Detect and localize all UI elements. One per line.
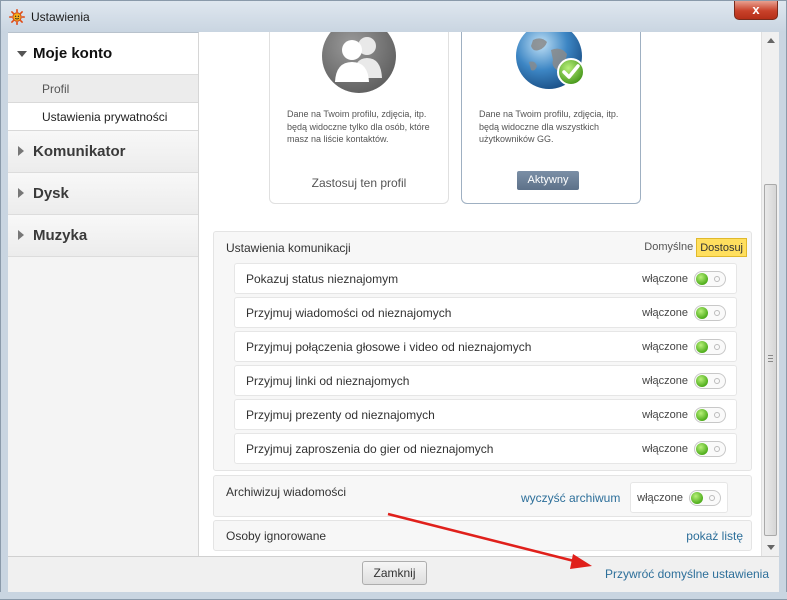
archive-toggle-box: włączone	[630, 482, 728, 513]
profile-description: Dane na Twoim profilu, zdjęcia, itp. będ…	[479, 109, 619, 144]
profile-description: Dane na Twoim profilu, zdjęcia, itp. będ…	[287, 109, 430, 144]
toggle-state: włączone	[642, 307, 688, 319]
active-badge: Aktywny	[517, 171, 579, 190]
toggle-state: włączone	[642, 443, 688, 455]
chevron-right-icon	[18, 230, 24, 240]
close-button[interactable]: Zamknij	[362, 561, 427, 585]
chevron-right-icon	[18, 188, 24, 198]
toggle-switch[interactable]	[689, 490, 721, 506]
restore-defaults-link[interactable]: Przywróć domyślne ustawienia	[605, 567, 769, 581]
toggle-group: włączone	[642, 270, 726, 288]
sidebar-section-label: Komunikator	[33, 143, 126, 160]
toggle-off-ring	[714, 310, 720, 316]
sidebar-section-moje-konto[interactable]: Moje konto	[8, 33, 198, 75]
apply-profile-button[interactable]: Zastosuj ten profil	[270, 176, 448, 190]
toggle-knob	[696, 409, 708, 421]
chevron-right-icon	[18, 146, 24, 156]
toggle-off-ring	[714, 446, 720, 452]
toggle-off-ring	[714, 378, 720, 384]
user-group-icon	[322, 32, 396, 93]
ignored-panel: Osoby ignorowane pokaż listę	[213, 520, 752, 551]
toggle-group: włączone	[637, 489, 721, 507]
scroll-down-icon[interactable]	[767, 545, 775, 550]
gg-sun-icon	[9, 9, 25, 25]
toggle-switch[interactable]	[694, 407, 726, 423]
toggle-knob	[691, 492, 703, 504]
toggle-state: włączone	[642, 409, 688, 421]
grip-icon	[768, 355, 773, 362]
window-frame-bottom	[0, 592, 787, 600]
toggle-group: włączone	[642, 406, 726, 424]
window-close-button[interactable]: x	[734, 1, 778, 20]
mode-custom-button[interactable]: Dostosuj	[696, 238, 747, 257]
setting-label: Przyjmuj prezenty od nieznajomych	[246, 408, 435, 422]
sidebar-item-ustawienia-prywatnosci[interactable]: Ustawienia prywatności	[8, 103, 198, 131]
toggle-group: włączone	[642, 440, 726, 458]
toggle-switch[interactable]	[694, 373, 726, 389]
toggle-state: włączone	[637, 492, 683, 504]
sidebar-section-label: Moje konto	[33, 45, 113, 62]
setting-row: Przyjmuj linki od nieznajomych włączone	[234, 365, 737, 396]
toggle-group: włączone	[642, 372, 726, 390]
sidebar-item-profil[interactable]: Profil	[8, 75, 198, 103]
profile-card-contacts[interactable]: Dane na Twoim profilu, zdjęcia, itp. będ…	[269, 32, 449, 204]
toggle-off-ring	[714, 276, 720, 282]
window-frame-right	[779, 32, 787, 600]
toggle-knob	[696, 443, 708, 455]
toggle-knob	[696, 375, 708, 387]
sidebar-section-muzyka[interactable]: Muzyka	[8, 215, 198, 257]
vertical-scrollbar[interactable]	[761, 32, 779, 556]
scroll-thumb[interactable]	[764, 184, 777, 536]
clear-archive-link[interactable]: wyczyść archiwum	[521, 491, 620, 505]
toggle-switch[interactable]	[694, 305, 726, 321]
footer-bar: Zamknij Przywróć domyślne ustawienia	[8, 556, 779, 592]
toggle-off-ring	[714, 344, 720, 350]
profile-card-public[interactable]: Dane na Twoim profilu, zdjęcia, itp. będ…	[461, 32, 641, 204]
toggle-state: włączone	[642, 341, 688, 353]
setting-row: Przyjmuj wiadomości od nieznajomych włąc…	[234, 297, 737, 328]
toggle-state: włączone	[642, 375, 688, 387]
show-list-link[interactable]: pokaż listę	[686, 529, 743, 543]
toggle-switch[interactable]	[694, 271, 726, 287]
archive-panel: Archiwizuj wiadomości wyczyść archiwum w…	[213, 475, 752, 517]
toggle-switch[interactable]	[694, 339, 726, 355]
setting-row: Przyjmuj zaproszenia do gier od nieznajo…	[234, 433, 737, 464]
mode-default-button[interactable]: Domyślne	[641, 238, 696, 257]
mode-selector: Domyślne Dostosuj	[641, 238, 747, 257]
sidebar-section-label: Dysk	[33, 185, 69, 202]
window-frame-left	[0, 32, 8, 600]
toggle-switch[interactable]	[694, 441, 726, 457]
setting-label: Przyjmuj linki od nieznajomych	[246, 374, 410, 388]
toggle-knob	[696, 273, 708, 285]
setting-label: Przyjmuj zaproszenia do gier od nieznajo…	[246, 442, 494, 456]
sidebar-section-dysk[interactable]: Dysk	[8, 173, 198, 215]
panel-title: Ustawienia komunikacji	[226, 241, 351, 255]
globe-check-icon	[516, 32, 585, 89]
toggle-off-ring	[714, 412, 720, 418]
toggle-group: włączone	[642, 304, 726, 322]
communication-settings-panel: Ustawienia komunikacji Domyślne Dostosuj…	[213, 231, 752, 471]
setting-label: Pokazuj status nieznajomym	[246, 272, 399, 286]
setting-label: Przyjmuj wiadomości od nieznajomych	[246, 306, 452, 320]
sidebar-section-label: Muzyka	[33, 227, 88, 244]
panel-title: Archiwizuj wiadomości	[226, 485, 347, 499]
scroll-up-icon[interactable]	[767, 38, 775, 43]
toggle-state: włączone	[642, 273, 688, 285]
setting-label: Przyjmuj połączenia głosowe i video od n…	[246, 340, 532, 354]
setting-row: Przyjmuj połączenia głosowe i video od n…	[234, 331, 737, 362]
toggle-off-ring	[709, 495, 715, 501]
sidebar-section-komunikator[interactable]: Komunikator	[8, 131, 198, 173]
toggle-knob	[696, 307, 708, 319]
setting-row: Przyjmuj prezenty od nieznajomych włączo…	[234, 399, 737, 430]
title-bar: Ustawienia x	[0, 0, 787, 32]
setting-row: Pokazuj status nieznajomym włączone	[234, 263, 737, 294]
settings-content: Dane na Twoim profilu, zdjęcia, itp. będ…	[200, 32, 761, 556]
chevron-down-icon	[17, 51, 27, 57]
toggle-knob	[696, 341, 708, 353]
panel-title: Osoby ignorowane	[226, 529, 327, 543]
sidebar: Moje konto Profil Ustawienia prywatności…	[8, 32, 199, 556]
window-title: Ustawienia	[31, 10, 90, 24]
toggle-group: włączone	[642, 338, 726, 356]
